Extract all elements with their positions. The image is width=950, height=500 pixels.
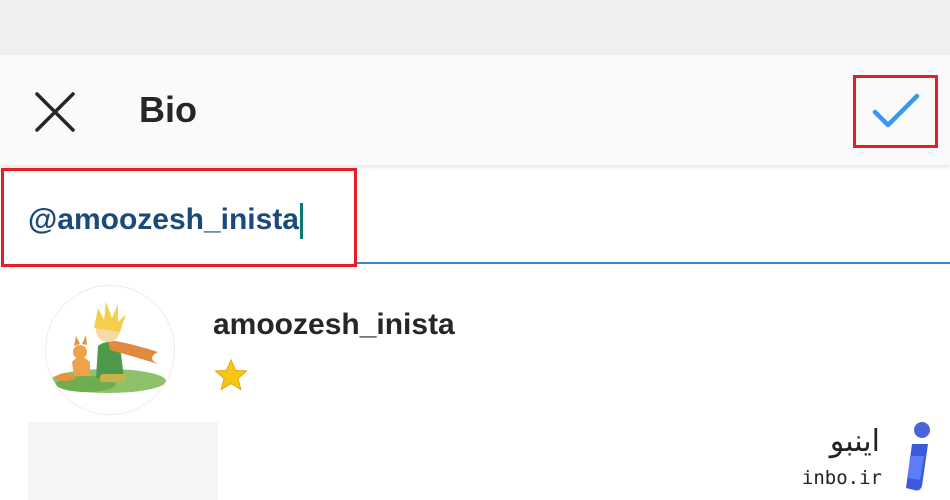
bio-field[interactable]: @amoozesh_inista — [0, 168, 950, 268]
bio-input[interactable]: @amoozesh_inista — [28, 198, 303, 242]
suggestion-username: amoozesh_inista — [213, 308, 455, 341]
bio-input-value: @amoozesh_inista — [28, 203, 299, 236]
star-emoji-icon — [214, 358, 248, 391]
little-prince-illustration — [50, 302, 166, 393]
status-bar — [0, 0, 950, 55]
placeholder-block — [28, 422, 218, 500]
watermark-domain: inbo.ir — [801, 467, 882, 489]
mention-suggestion[interactable]: amoozesh_inista — [0, 280, 950, 415]
close-button[interactable] — [28, 85, 82, 139]
watermark-name: اینبو — [829, 424, 880, 459]
close-icon — [35, 92, 75, 132]
page-title: Bio — [139, 89, 197, 130]
checkmark-icon — [872, 93, 919, 127]
app-header: Bio — [0, 55, 950, 165]
bio-input-underline — [357, 262, 950, 264]
confirm-button[interactable] — [853, 75, 938, 148]
inbo-logo-icon — [906, 422, 930, 491]
avatar — [45, 285, 175, 415]
text-caret — [300, 203, 303, 240]
site-watermark: اینبو inbo.ir — [800, 420, 940, 500]
